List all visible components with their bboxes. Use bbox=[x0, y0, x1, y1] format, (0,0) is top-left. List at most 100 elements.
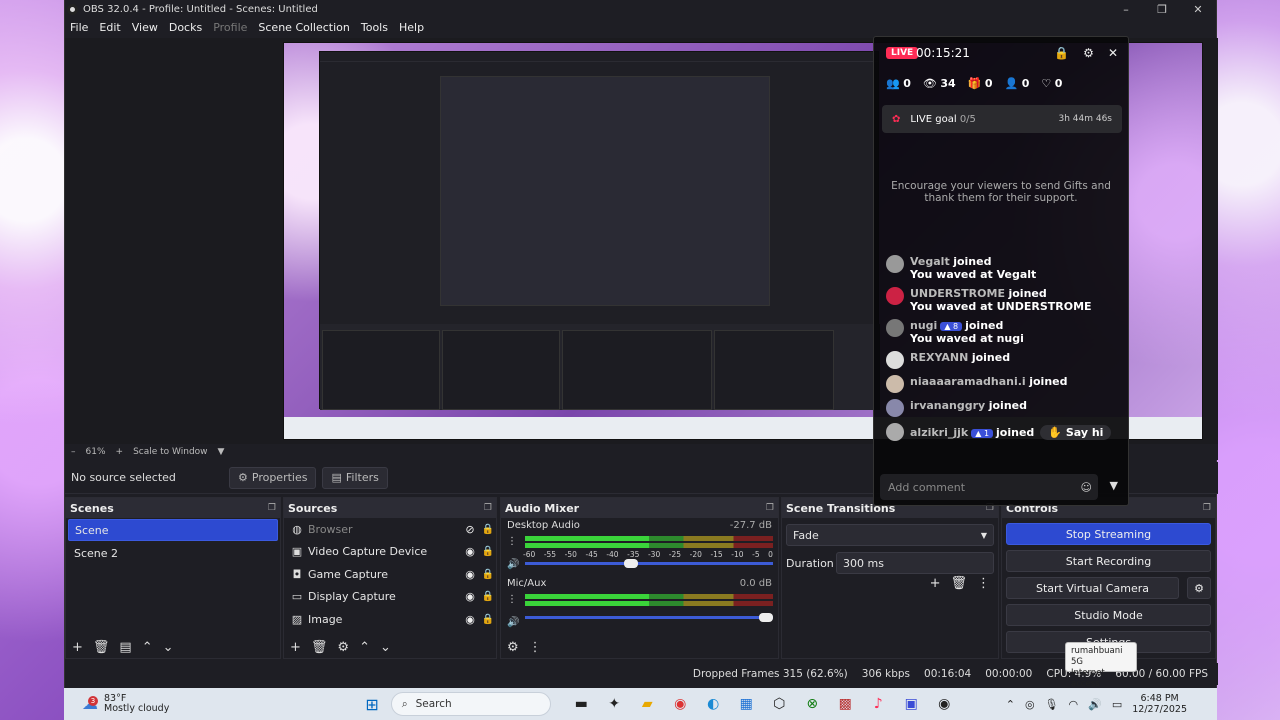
live-goal[interactable]: ✿ LIVE goal 0/5 3h 44m 46s bbox=[882, 105, 1122, 133]
volume-icon[interactable]: 🔊 bbox=[1088, 698, 1102, 711]
kebab-menu-icon[interactable]: ⋮ bbox=[507, 536, 519, 547]
app-icon[interactable]: ▣ bbox=[895, 696, 928, 712]
add-scene-icon[interactable]: + bbox=[72, 640, 83, 655]
obs-icon[interactable]: ◉ bbox=[928, 696, 961, 712]
gear-icon[interactable]: ⚙ bbox=[337, 640, 349, 655]
scene-item[interactable]: Scene bbox=[68, 519, 278, 541]
lock-icon[interactable]: 🔒 bbox=[480, 546, 496, 557]
eye-hidden-icon[interactable]: ⊘ bbox=[460, 523, 480, 536]
source-item[interactable]: ◍ Browser ⊘ 🔒 bbox=[284, 518, 496, 541]
close-button[interactable]: ✕ bbox=[1180, 3, 1216, 16]
chevron-up-icon[interactable]: ⌃ bbox=[359, 640, 370, 655]
virtual-camera-settings-button[interactable]: ⚙ bbox=[1187, 577, 1211, 599]
minimize-button[interactable]: – bbox=[1108, 3, 1144, 16]
speaker-icon[interactable]: 🔊 bbox=[507, 559, 519, 570]
properties-button[interactable]: ⚙ Properties bbox=[229, 466, 317, 489]
scale-mode-select[interactable]: Scale to Window bbox=[133, 447, 207, 457]
task-view-icon[interactable]: ▬ bbox=[565, 696, 598, 712]
gear-icon[interactable]: ⚙ bbox=[507, 640, 519, 655]
volume-slider[interactable] bbox=[525, 613, 773, 622]
file-explorer-icon[interactable]: ▰ bbox=[631, 696, 664, 712]
lock-icon[interactable]: 🔒 bbox=[480, 524, 496, 535]
windows-start-icon[interactable]: ⊞ bbox=[365, 695, 378, 714]
xbox-icon[interactable]: ⊗ bbox=[796, 696, 829, 712]
undock-icon[interactable]: ❐ bbox=[268, 503, 276, 513]
chat-user[interactable]: REXYANN bbox=[910, 351, 968, 364]
eye-icon[interactable]: ◉ bbox=[460, 590, 480, 603]
volume-slider[interactable] bbox=[525, 559, 773, 568]
emoji-icon[interactable]: ☺ bbox=[1081, 481, 1092, 494]
battery-icon[interactable]: ▭ bbox=[1112, 698, 1122, 711]
chevron-down-icon[interactable]: ▼ bbox=[218, 447, 225, 457]
say-hi-button[interactable]: ✋ Say hi bbox=[1040, 424, 1112, 440]
transition-select[interactable]: Fade ▼ bbox=[786, 524, 994, 546]
zoom-in-icon[interactable]: + bbox=[116, 447, 124, 457]
speaker-icon[interactable]: 🔊 bbox=[507, 617, 519, 628]
eye-icon[interactable]: ◉ bbox=[460, 613, 480, 626]
chat-user[interactable]: Vegalt bbox=[910, 255, 950, 268]
scene-item[interactable]: Scene 2 bbox=[68, 542, 278, 564]
lock-icon[interactable]: 🔒 bbox=[1054, 46, 1069, 60]
menu-scene-collection[interactable]: Scene Collection bbox=[258, 21, 349, 34]
microphone-icon[interactable]: 🎙 bbox=[1045, 698, 1059, 711]
stop-streaming-button[interactable]: Stop Streaming bbox=[1006, 523, 1211, 545]
studio-mode-button[interactable]: Studio Mode bbox=[1006, 604, 1211, 626]
edge-icon[interactable]: ◐ bbox=[697, 696, 730, 712]
zoom-out-icon[interactable]: – bbox=[71, 447, 76, 457]
app-icon[interactable]: ⬡ bbox=[763, 696, 796, 712]
filter-icon[interactable]: ▤ bbox=[119, 640, 131, 655]
menu-docks[interactable]: Docks bbox=[169, 21, 202, 34]
tiktok-icon[interactable]: ♪ bbox=[862, 696, 895, 712]
menu-help[interactable]: Help bbox=[399, 21, 424, 34]
chat-user[interactable]: niaaaaramadhani.i bbox=[910, 375, 1026, 388]
taskbar-search[interactable]: ⌕ Search bbox=[390, 692, 551, 716]
filter-icon[interactable]: ▼ bbox=[1110, 479, 1118, 492]
source-item[interactable]: ◘ Game Capture ◉ 🔒 bbox=[284, 563, 496, 586]
start-virtual-camera-button[interactable]: Start Virtual Camera bbox=[1006, 577, 1179, 599]
volume-slider-handle[interactable] bbox=[624, 559, 639, 568]
menu-view[interactable]: View bbox=[132, 21, 158, 34]
trash-icon[interactable]: 🗑 bbox=[311, 640, 328, 655]
chat-user[interactable]: UNDERSTROME bbox=[910, 287, 1005, 300]
add-transition-icon[interactable]: + bbox=[930, 576, 941, 591]
chevron-down-icon[interactable]: ⌄ bbox=[380, 640, 391, 655]
menu-edit[interactable]: Edit bbox=[99, 21, 120, 34]
clock[interactable]: 6:48 PM 12/27/2025 bbox=[1132, 693, 1187, 715]
network-app-icon[interactable]: ◎ bbox=[1025, 698, 1035, 711]
close-icon[interactable]: ✕ bbox=[1108, 46, 1118, 60]
menu-file[interactable]: File bbox=[70, 21, 88, 34]
chevron-up-icon[interactable]: ⌃ bbox=[1006, 698, 1015, 711]
undock-icon[interactable]: ❐ bbox=[484, 503, 492, 513]
kebab-menu-icon[interactable]: ⋮ bbox=[529, 640, 542, 655]
duration-input[interactable]: 300 ms bbox=[836, 552, 994, 574]
chat-user[interactable]: nugi bbox=[910, 319, 937, 332]
chrome-icon[interactable]: ◉ bbox=[664, 696, 697, 712]
game-icon[interactable]: ▩ bbox=[829, 696, 862, 712]
undock-icon[interactable]: ❐ bbox=[766, 503, 774, 513]
eye-icon[interactable]: ◉ bbox=[460, 568, 480, 581]
trash-icon[interactable]: 🗑 bbox=[950, 576, 967, 591]
chat-user[interactable]: irvananggry bbox=[910, 399, 985, 412]
wifi-icon[interactable]: ◠ bbox=[1069, 698, 1079, 711]
start-recording-button[interactable]: Start Recording bbox=[1006, 550, 1211, 572]
chevron-down-icon[interactable]: ⌄ bbox=[163, 640, 174, 655]
trash-icon[interactable]: 🗑 bbox=[93, 640, 110, 655]
kebab-menu-icon[interactable]: ⋮ bbox=[977, 576, 990, 591]
kebab-menu-icon[interactable]: ⋮ bbox=[507, 594, 519, 605]
filters-button[interactable]: ▤ Filters bbox=[322, 466, 388, 489]
gear-icon[interactable]: ⚙ bbox=[1083, 46, 1094, 60]
store-icon[interactable]: ▦ bbox=[730, 696, 763, 712]
add-source-icon[interactable]: + bbox=[290, 640, 301, 655]
source-item[interactable]: ▣ Video Capture Device ◉ 🔒 bbox=[284, 541, 496, 564]
menu-profile[interactable]: Profile bbox=[213, 21, 247, 34]
menu-tools[interactable]: Tools bbox=[361, 21, 388, 34]
lock-icon[interactable]: 🔒 bbox=[480, 591, 496, 602]
lock-icon[interactable]: 🔒 bbox=[480, 569, 496, 580]
chat-user[interactable]: alzikri_jjk bbox=[910, 426, 968, 439]
weather-widget[interactable]: ☁3 83°F Mostly cloudy bbox=[82, 694, 169, 714]
lock-icon[interactable]: 🔒 bbox=[480, 614, 496, 625]
copilot-icon[interactable]: ✦ bbox=[598, 696, 631, 712]
source-item[interactable]: ▭ Display Capture ◉ 🔒 bbox=[284, 586, 496, 609]
chevron-up-icon[interactable]: ⌃ bbox=[142, 640, 153, 655]
volume-slider-handle[interactable] bbox=[759, 613, 773, 622]
